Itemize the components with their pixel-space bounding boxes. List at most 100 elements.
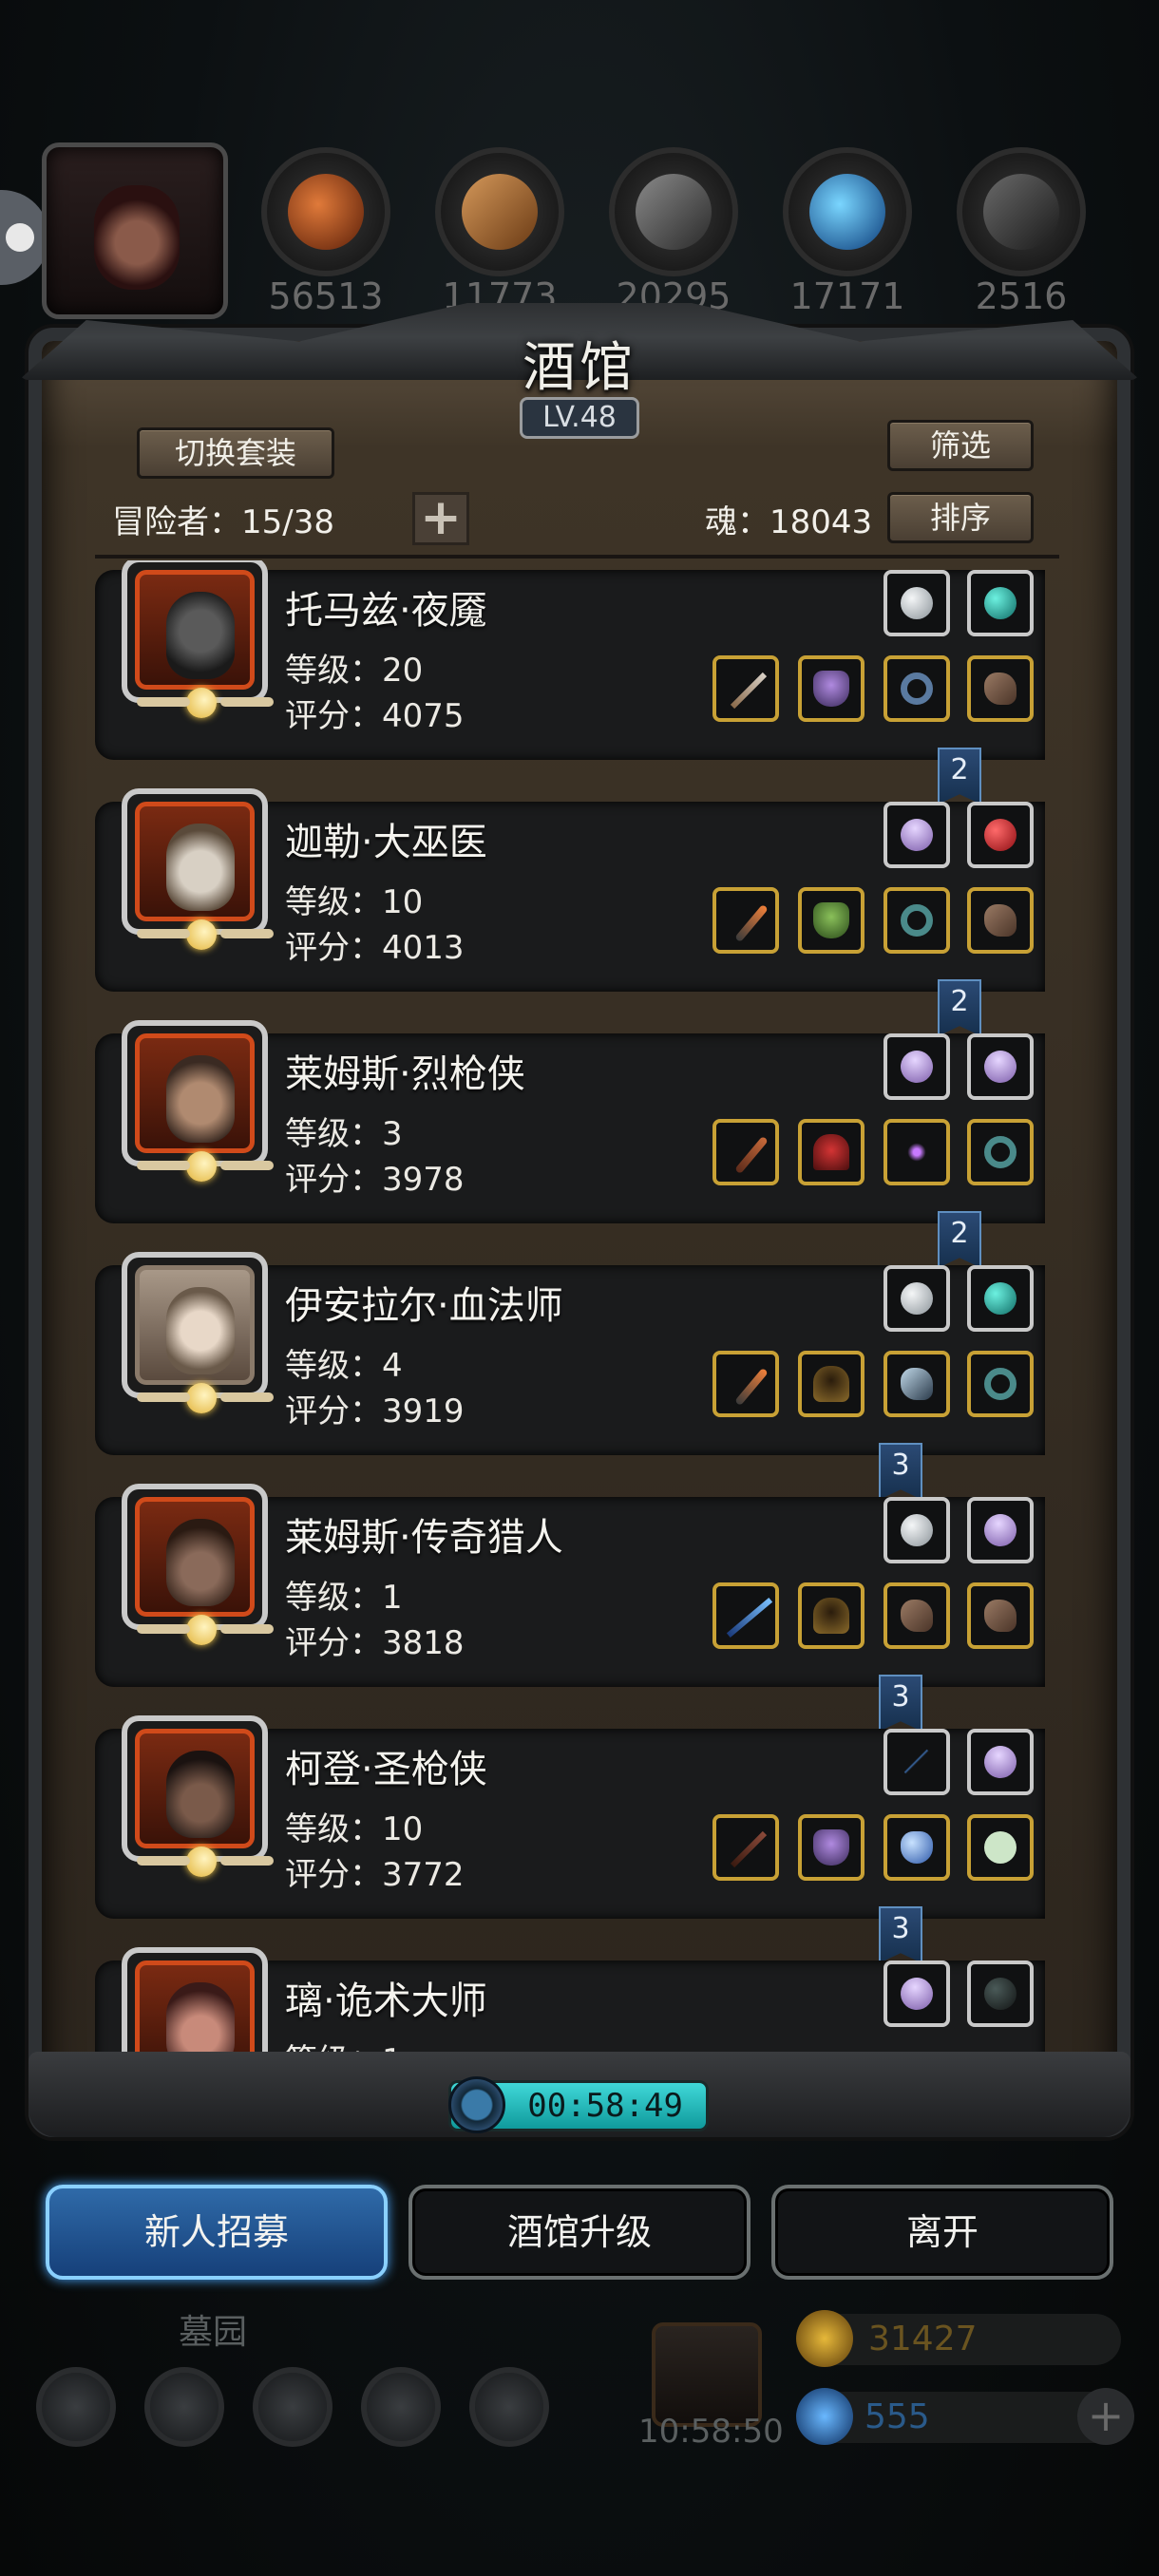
rune-slot[interactable] xyxy=(884,570,950,636)
rune-slot[interactable] xyxy=(967,1033,1034,1100)
switch-outfit-button[interactable]: 切换套装 xyxy=(137,427,334,479)
rune-slot[interactable] xyxy=(967,1497,1034,1563)
equip-slot-ring[interactable] xyxy=(967,1119,1034,1185)
hero-portrait xyxy=(122,560,274,718)
shop-icon[interactable] xyxy=(469,2367,549,2447)
resource-ore-icon[interactable] xyxy=(261,147,390,276)
resource-iron-icon[interactable] xyxy=(609,147,738,276)
hero-row[interactable]: 托马兹·夜魇 等级：20 评分：4075 xyxy=(95,560,1045,760)
page-title: 酒馆 xyxy=(522,337,636,399)
map-icon[interactable] xyxy=(253,2367,332,2447)
hero-portrait xyxy=(122,1947,268,2055)
rune-slot[interactable] xyxy=(967,802,1034,868)
equip-slot-glove[interactable] xyxy=(884,1351,950,1417)
rune-slot[interactable] xyxy=(967,1960,1034,2027)
equip-slot-ring[interactable] xyxy=(884,655,950,722)
hero-row[interactable]: 迦勒·大巫医 等级：10 评分：4013 xyxy=(95,788,1045,992)
filter-button[interactable]: 筛选 xyxy=(887,420,1034,471)
equip-slot-armor[interactable] xyxy=(798,655,864,722)
hero-level: 等级：1 xyxy=(285,1579,403,1617)
equip-slot-glove[interactable] xyxy=(967,655,1034,722)
hero-score: 评分：3978 xyxy=(285,1161,465,1199)
rune-slot[interactable] xyxy=(967,570,1034,636)
leave-button[interactable]: 离开 xyxy=(771,2185,1113,2280)
equip-slot-weapon[interactable] xyxy=(712,1351,779,1417)
equip-slot-armor[interactable] xyxy=(798,1582,864,1649)
hero-name: 迦勒·大巫医 xyxy=(285,821,487,864)
equip-slot-amulet[interactable] xyxy=(884,1119,950,1185)
hero-score: 评分：3772 xyxy=(285,1856,465,1894)
player-avatar[interactable] xyxy=(42,142,228,319)
hero-row[interactable]: 伊安拉尔·血法师 等级：4 评分：3919 xyxy=(95,1252,1045,1455)
settings-icon[interactable] xyxy=(36,2367,116,2447)
resource-crystal-icon[interactable] xyxy=(783,147,912,276)
link-connector: 2 xyxy=(938,748,981,805)
equip-slot-weapon[interactable] xyxy=(712,887,779,954)
equip-slot-weapon[interactable] xyxy=(712,1582,779,1649)
hero-list[interactable]: 托马兹·夜魇 等级：20 评分：4075 2 迦勒·大巫医 等级：10 评分：4… xyxy=(57,560,1064,2055)
equip-slot-glove[interactable] xyxy=(967,1582,1034,1649)
rune-slot[interactable] xyxy=(884,1265,950,1332)
hero-level: 等级：10 xyxy=(285,1810,424,1848)
hero-level: 等级：3 xyxy=(285,1115,403,1153)
equip-slot-shield[interactable] xyxy=(884,1814,950,1881)
equip-slot-armor[interactable] xyxy=(798,887,864,954)
link-connector: 2 xyxy=(938,979,981,1036)
graveyard-label: 墓园 xyxy=(179,2313,248,2352)
rune-slot[interactable] xyxy=(967,1265,1034,1332)
equip-slot-armor[interactable] xyxy=(798,1351,864,1417)
link-connector: 3 xyxy=(879,1443,922,1500)
rune-slot[interactable] xyxy=(884,1033,950,1100)
hero-row[interactable]: 璃·诡术大师 等级：1 xyxy=(95,1947,1045,2055)
equip-slot-armor[interactable] xyxy=(798,1119,864,1185)
hero-score: 评分：4075 xyxy=(285,697,465,735)
rune-slot[interactable] xyxy=(884,1960,950,2027)
equip-slot-glove[interactable] xyxy=(884,1582,950,1649)
hero-row[interactable]: 莱姆斯·传奇猎人 等级：1 评分：3818 xyxy=(95,1484,1045,1687)
resource-stone-icon[interactable] xyxy=(957,147,1086,276)
equip-slot-weapon[interactable] xyxy=(712,1814,779,1881)
equip-slot-ring[interactable] xyxy=(884,887,950,954)
adventurer-count: 冒险者：15/38 xyxy=(112,503,334,541)
mail-icon[interactable] xyxy=(361,2367,441,2447)
hero-portrait xyxy=(122,1715,274,1877)
hero-portrait xyxy=(122,1484,274,1645)
sort-button[interactable]: 排序 xyxy=(887,492,1034,543)
equip-slot-weapon[interactable] xyxy=(712,1119,779,1185)
hero-row[interactable]: 柯登·圣枪侠 等级：10 评分：3772 xyxy=(95,1715,1045,1919)
link-connector: 3 xyxy=(879,1906,922,1963)
equip-slot-ring[interactable] xyxy=(967,1351,1034,1417)
add-gems-icon[interactable]: + xyxy=(1077,2388,1134,2445)
resource-ore-value: 56513 xyxy=(268,275,384,317)
tavern-upgrade-button[interactable]: 酒馆升级 xyxy=(408,2185,750,2280)
rune-slot[interactable] xyxy=(884,1729,950,1795)
hero-score: 评分：3919 xyxy=(285,1392,465,1430)
gold-amount: 31427 xyxy=(868,2320,978,2358)
star-icon[interactable] xyxy=(144,2367,224,2447)
hero-row[interactable]: 莱姆斯·烈枪侠 等级：3 评分：3978 xyxy=(95,1020,1045,1223)
hero-name: 伊安拉尔·血法师 xyxy=(285,1284,563,1328)
resource-crystal-value: 17171 xyxy=(789,275,905,317)
rune-slot[interactable] xyxy=(884,1497,950,1563)
soul-count: 魂：18043 xyxy=(705,503,873,541)
hero-portrait xyxy=(122,788,274,950)
equip-slot-amulet[interactable] xyxy=(967,1814,1034,1881)
link-connector: 2 xyxy=(938,1211,981,1268)
tavern-level-badge: LV.48 xyxy=(520,397,639,439)
resource-wood-icon[interactable] xyxy=(435,147,564,276)
gem-amount: 555 xyxy=(864,2397,930,2436)
equip-slot-weapon[interactable] xyxy=(712,655,779,722)
rune-slot[interactable] xyxy=(884,802,950,868)
equip-slot-armor[interactable] xyxy=(798,1814,864,1881)
hero-name: 莱姆斯·烈枪侠 xyxy=(285,1052,525,1096)
equip-slot-glove[interactable] xyxy=(967,887,1034,954)
hero-name: 璃·诡术大师 xyxy=(285,1979,487,2023)
gold-coin-icon xyxy=(796,2310,853,2367)
add-adventurer-slot-button[interactable]: + xyxy=(412,492,469,545)
chat-icon xyxy=(6,223,34,252)
hero-portrait xyxy=(122,1252,274,1413)
rune-slot[interactable] xyxy=(967,1729,1034,1795)
gift-icon[interactable] xyxy=(652,2322,762,2427)
resource-stone-value: 2516 xyxy=(975,275,1068,317)
recruit-button[interactable]: 新人招募 xyxy=(46,2185,388,2280)
